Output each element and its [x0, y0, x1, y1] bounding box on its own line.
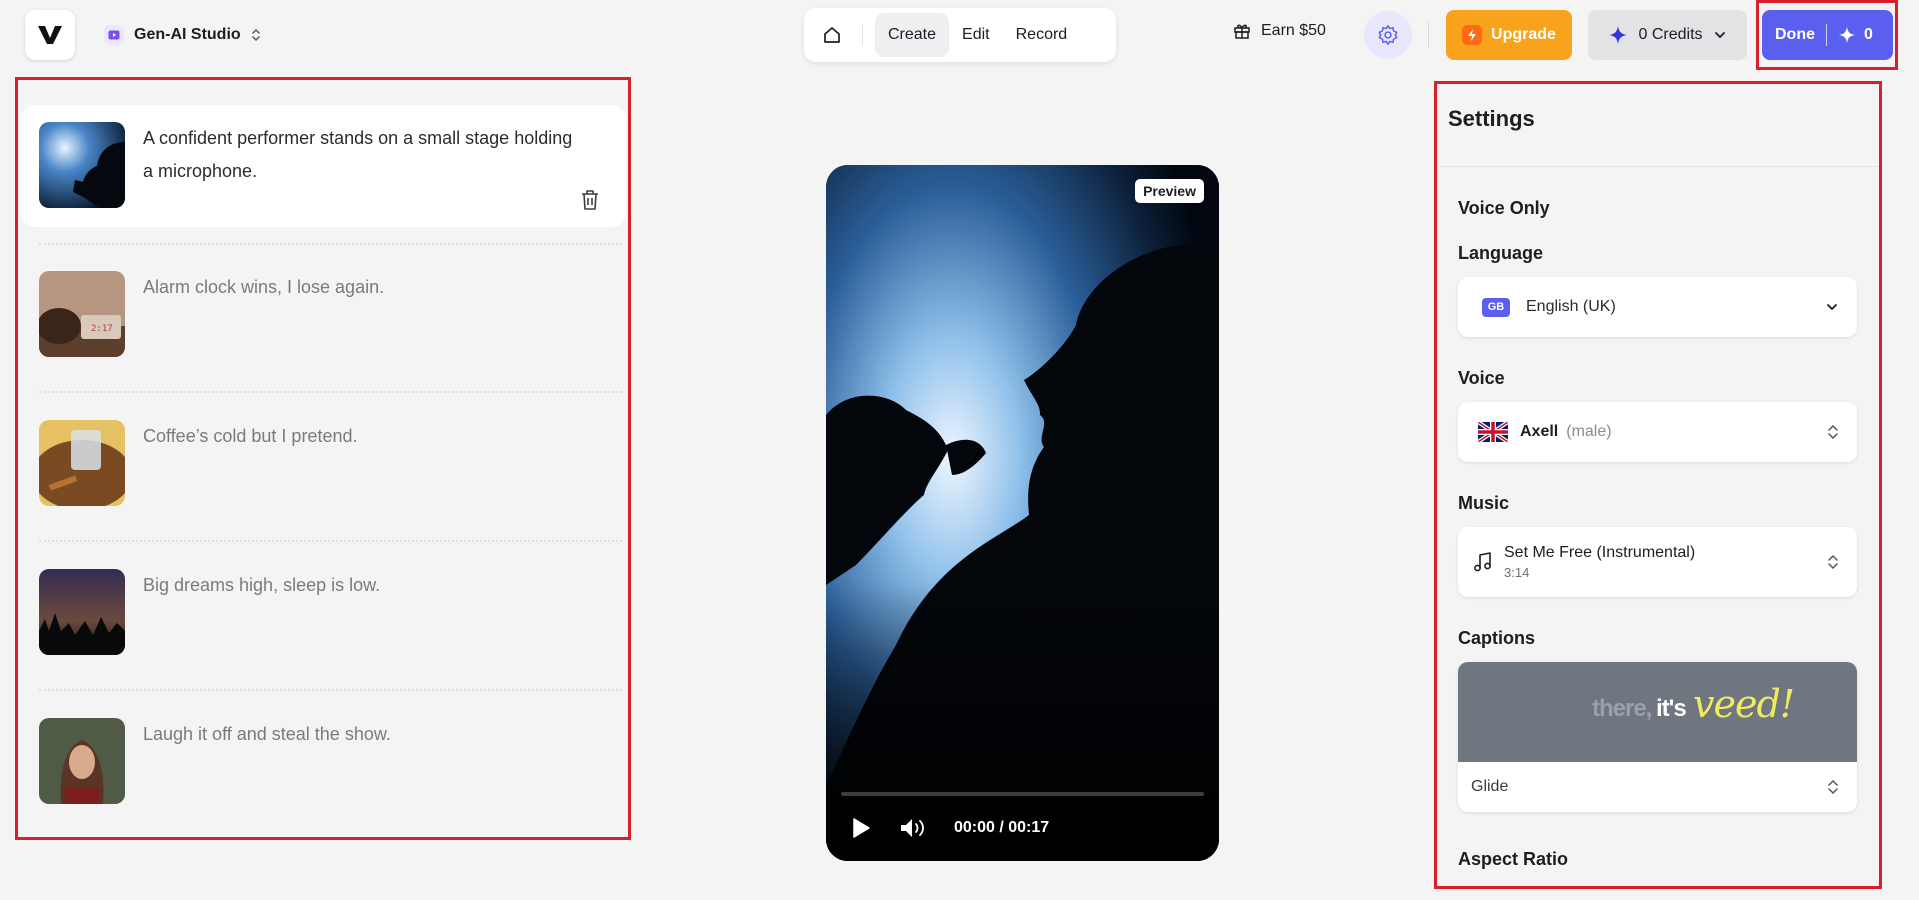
gear-icon	[1378, 25, 1398, 45]
upgrade-button[interactable]: Upgrade	[1446, 10, 1572, 60]
scene-item-1[interactable]: A confident performer stands on a small …	[21, 105, 626, 227]
workspace-name: Gen-AI Studio	[134, 26, 241, 43]
veed-logo[interactable]	[25, 10, 75, 60]
scene-thumbnail: 2:17	[39, 271, 125, 357]
tab-create[interactable]: Create	[875, 13, 950, 57]
scene-item-2[interactable]: 2:17 Alarm clock wins, I lose again.	[21, 254, 626, 376]
scene-list: A confident performer stands on a small …	[15, 77, 631, 840]
header-divider	[1428, 22, 1429, 48]
preview-frame	[826, 165, 1219, 861]
voice-mode-label: Voice Only	[1458, 198, 1550, 218]
voice-name: Axell	[1520, 423, 1559, 440]
done-divider	[1826, 24, 1827, 46]
voice-select[interactable]: Axell (male)	[1458, 402, 1857, 462]
done-button[interactable]: Done 0	[1762, 10, 1893, 60]
logo-v-icon	[38, 26, 62, 44]
aspect-ratio-label: Aspect Ratio	[1458, 849, 1569, 869]
scene-divider	[39, 391, 622, 393]
chevron-up-down-icon	[1828, 424, 1838, 440]
music-select[interactable]: Set Me Free (Instrumental) 3:14	[1458, 527, 1857, 597]
settings-divider	[1438, 166, 1879, 167]
voice-gender: (male)	[1566, 423, 1612, 440]
tab-record[interactable]: Record	[1003, 13, 1081, 57]
music-label: Music	[1458, 493, 1510, 513]
settings-panel: Settings Voice Only Language GB English …	[1437, 84, 1879, 886]
settings-button[interactable]	[1364, 11, 1412, 59]
bolt-icon	[1462, 25, 1483, 45]
caption-word: there,	[1592, 695, 1652, 722]
scene-text[interactable]: Alarm clock wins, I lose again.	[143, 271, 583, 304]
sparkle-icon	[1609, 26, 1628, 44]
music-note-icon	[1474, 552, 1491, 572]
video-preview[interactable]: Preview 00:00 / 00:17	[826, 165, 1219, 861]
scene-item-5[interactable]: Laugh it off and steal the show.	[21, 701, 626, 823]
language-flag-badge: GB	[1482, 297, 1510, 317]
upgrade-label: Upgrade	[1491, 26, 1556, 43]
earn-button[interactable]: Earn $50	[1233, 22, 1326, 40]
chevron-down-icon	[1827, 304, 1837, 311]
chevron-up-down-icon	[251, 28, 260, 42]
scene-divider	[39, 540, 622, 542]
music-length: 3:14	[1504, 565, 1530, 580]
caption-style-select[interactable]: there, it's veed! Glide	[1458, 662, 1857, 812]
home-button[interactable]	[812, 15, 852, 55]
scene-item-3[interactable]: Coffee’s cold but I pretend.	[21, 403, 626, 525]
player-controls: 00:00 / 00:17	[850, 813, 1049, 843]
earn-label: Earn $50	[1261, 22, 1326, 39]
timeline-scrubber[interactable]	[841, 792, 1204, 796]
credits-dropdown[interactable]: 0 Credits	[1588, 10, 1747, 60]
done-count: 0	[1864, 26, 1873, 43]
chevron-up-down-icon	[1828, 554, 1838, 570]
scene-divider	[39, 243, 622, 245]
preview-badge: Preview	[1135, 179, 1204, 203]
language-select[interactable]: GB English (UK)	[1458, 277, 1857, 337]
volume-icon[interactable]	[898, 816, 928, 840]
svg-text:2:17: 2:17	[91, 324, 113, 334]
trash-icon	[582, 190, 598, 210]
playback-time: 00:00 / 00:17	[954, 819, 1050, 836]
main-nav: Create Edit Record	[804, 8, 1116, 62]
chevron-up-down-icon	[1828, 779, 1838, 795]
scene-text[interactable]: Laugh it off and steal the show.	[143, 718, 583, 751]
scene-thumbnail	[39, 718, 125, 804]
sparkle-icon	[1838, 26, 1856, 44]
delete-scene-button[interactable]	[580, 189, 600, 216]
home-icon	[824, 27, 840, 43]
language-label: Language	[1458, 243, 1544, 263]
caption-word: veed!	[1693, 682, 1795, 726]
uk-flag-icon	[1478, 421, 1508, 443]
credits-label: 0 Credits	[1638, 26, 1703, 43]
scene-thumbnail	[39, 420, 125, 506]
caption-preview: there, it's veed!	[1458, 662, 1857, 762]
language-value: English (UK)	[1526, 298, 1616, 315]
caption-word: it's	[1656, 695, 1687, 722]
workspace-icon	[104, 25, 124, 45]
settings-title: Settings	[1448, 106, 1535, 131]
chevron-down-icon	[1714, 32, 1725, 39]
scene-text[interactable]: Coffee’s cold but I pretend.	[143, 420, 583, 453]
workspace-switcher[interactable]: Gen-AI Studio	[104, 22, 261, 48]
caption-style-value: Glide	[1471, 778, 1509, 795]
done-label: Done	[1775, 26, 1815, 43]
captions-label: Captions	[1458, 628, 1536, 648]
tab-edit[interactable]: Edit	[949, 13, 1003, 57]
scene-thumbnail	[39, 569, 125, 655]
scene-text[interactable]: Big dreams high, sleep is low.	[143, 569, 583, 602]
scene-divider	[39, 689, 622, 691]
music-info: Set Me Free (Instrumental) 3:14	[1504, 544, 1695, 580]
top-bar: Gen-AI Studio Create Edit Record Earn $5…	[0, 0, 1919, 70]
nav-divider	[862, 24, 863, 46]
scene-text[interactable]: A confident performer stands on a small …	[143, 122, 583, 188]
gift-icon	[1234, 24, 1250, 39]
music-title: Set Me Free (Instrumental)	[1504, 544, 1696, 561]
play-icon[interactable]	[850, 816, 872, 840]
voice-label: Voice	[1458, 368, 1505, 388]
scene-item-4[interactable]: Big dreams high, sleep is low.	[21, 552, 626, 674]
scene-thumbnail	[39, 122, 125, 208]
